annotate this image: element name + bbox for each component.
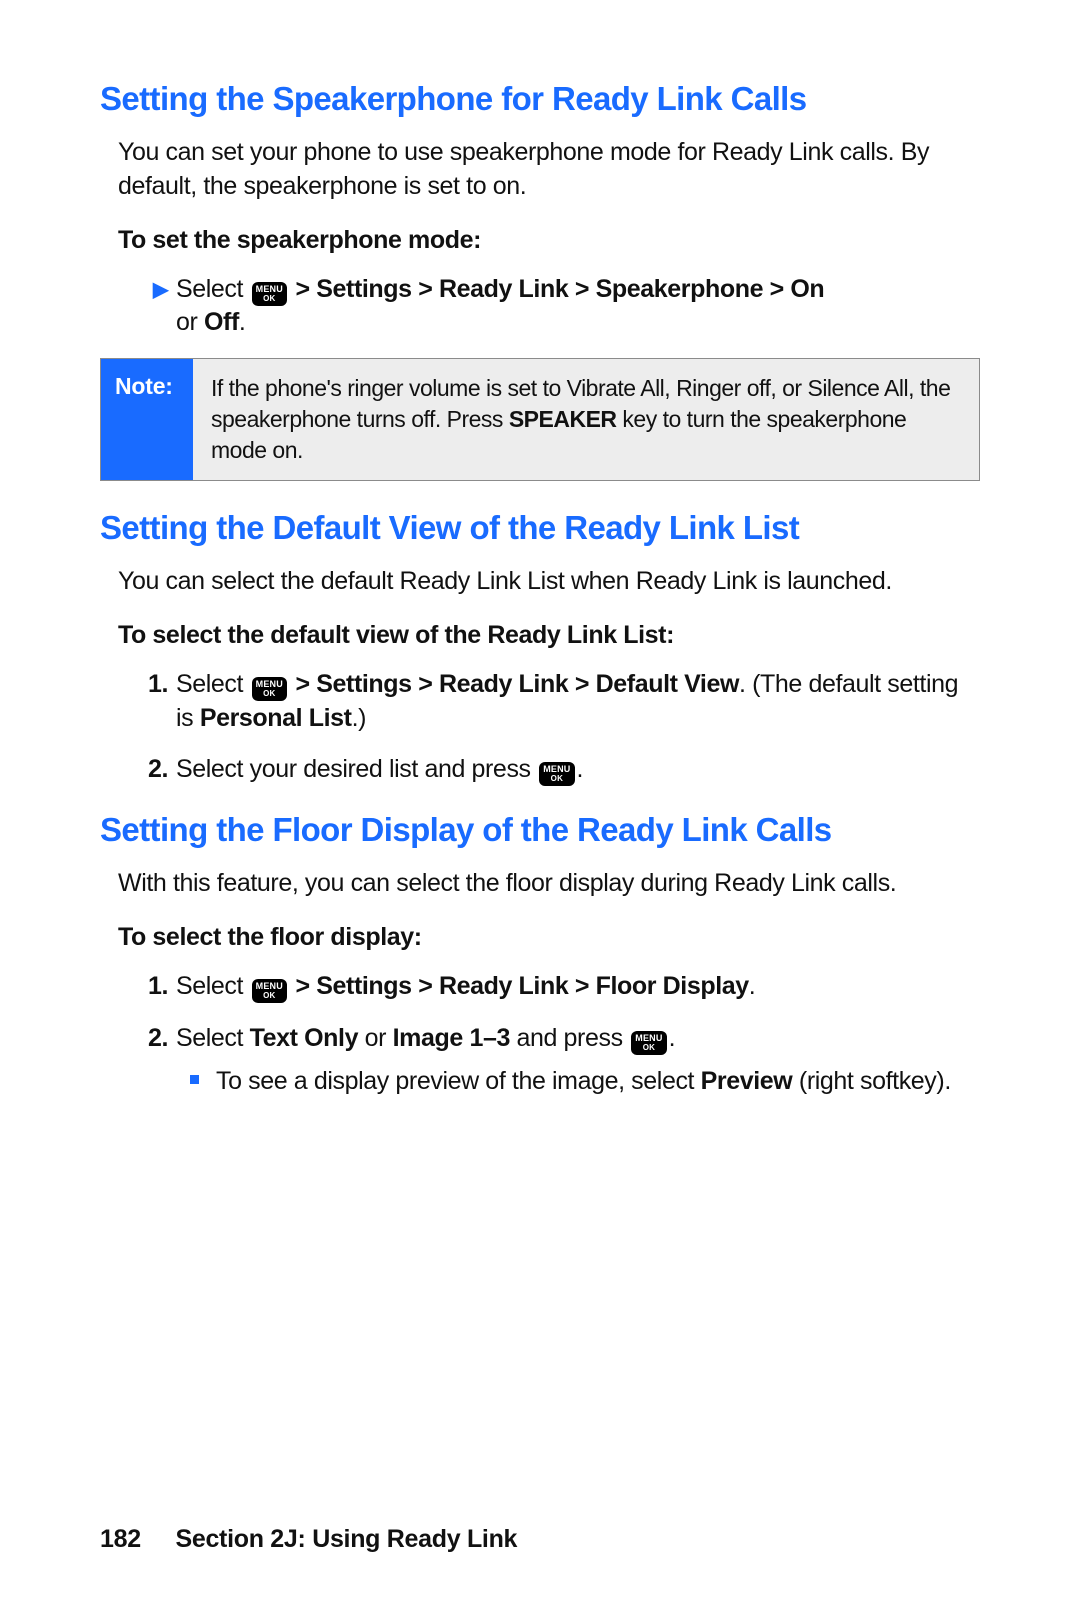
menu-ok-icon: MENUOK [539,762,574,786]
step-text: Select MENUOK > Settings > Ready Link > … [176,972,755,1000]
sub-steps: To see a display preview of the image, s… [176,1065,980,1099]
section-speakerphone: Setting the Speakerphone for Ready Link … [100,80,980,481]
steps-floor-display: 1. Select MENUOK > Settings > Ready Link… [100,970,980,1099]
step-item: ▶ Select MENUOK > Settings > Ready Link … [176,273,980,341]
heading-speakerphone: Setting the Speakerphone for Ready Link … [100,80,980,118]
menu-ok-icon: MENUOK [252,979,287,1003]
manual-page: Setting the Speakerphone for Ready Link … [0,0,1080,1620]
step-number: 2. [134,1022,168,1056]
section-floor-display: Setting the Floor Display of the Ready L… [100,811,980,1099]
step-number: 2. [134,753,168,787]
subhead-floor-display: To select the floor display: [118,923,980,952]
step-item: 1. Select MENUOK > Settings > Ready Link… [176,970,980,1004]
page-number: 182 [100,1525,141,1553]
step-text: Select Text Only or Image 1–3 and press … [176,1024,675,1052]
intro-default-view: You can select the default Ready Link Li… [118,565,980,599]
section-label: Section 2J: Using Ready Link [175,1525,517,1553]
step-number: 1. [134,970,168,1004]
steps-speakerphone: ▶ Select MENUOK > Settings > Ready Link … [100,273,980,341]
arrow-icon: ▶ [134,277,168,304]
subhead-speakerphone: To set the speakerphone mode: [118,226,980,255]
step-item: 2. Select Text Only or Image 1–3 and pre… [176,1022,980,1100]
page-footer: 182 Section 2J: Using Ready Link [100,1525,517,1554]
step-text: Select your desired list and press MENUO… [176,755,583,783]
step-item: 2. Select your desired list and press ME… [176,753,980,787]
menu-ok-icon: MENUOK [252,677,287,701]
square-bullet-icon [190,1075,199,1084]
step-text: Select MENUOK > Settings > Ready Link > … [176,275,824,337]
intro-speakerphone: You can set your phone to use speakerpho… [118,136,980,204]
step-item: 1. Select MENUOK > Settings > Ready Link… [176,668,980,736]
step-text: Select MENUOK > Settings > Ready Link > … [176,670,958,732]
note-text: If the phone's ringer volume is set to V… [193,359,979,480]
note-label: Note: [101,359,193,480]
heading-floor-display: Setting the Floor Display of the Ready L… [100,811,980,849]
heading-default-view: Setting the Default View of the Ready Li… [100,509,980,547]
note-box: Note: If the phone's ringer volume is se… [100,358,980,481]
menu-ok-icon: MENUOK [252,282,287,306]
step-number: 1. [134,668,168,702]
sub-step-item: To see a display preview of the image, s… [216,1065,980,1099]
intro-floor-display: With this feature, you can select the fl… [118,867,980,901]
menu-ok-icon: MENUOK [631,1031,666,1055]
section-default-view: Setting the Default View of the Ready Li… [100,509,980,787]
steps-default-view: 1. Select MENUOK > Settings > Ready Link… [100,668,980,787]
subhead-default-view: To select the default view of the Ready … [118,621,980,650]
sub-step-text: To see a display preview of the image, s… [216,1067,951,1095]
